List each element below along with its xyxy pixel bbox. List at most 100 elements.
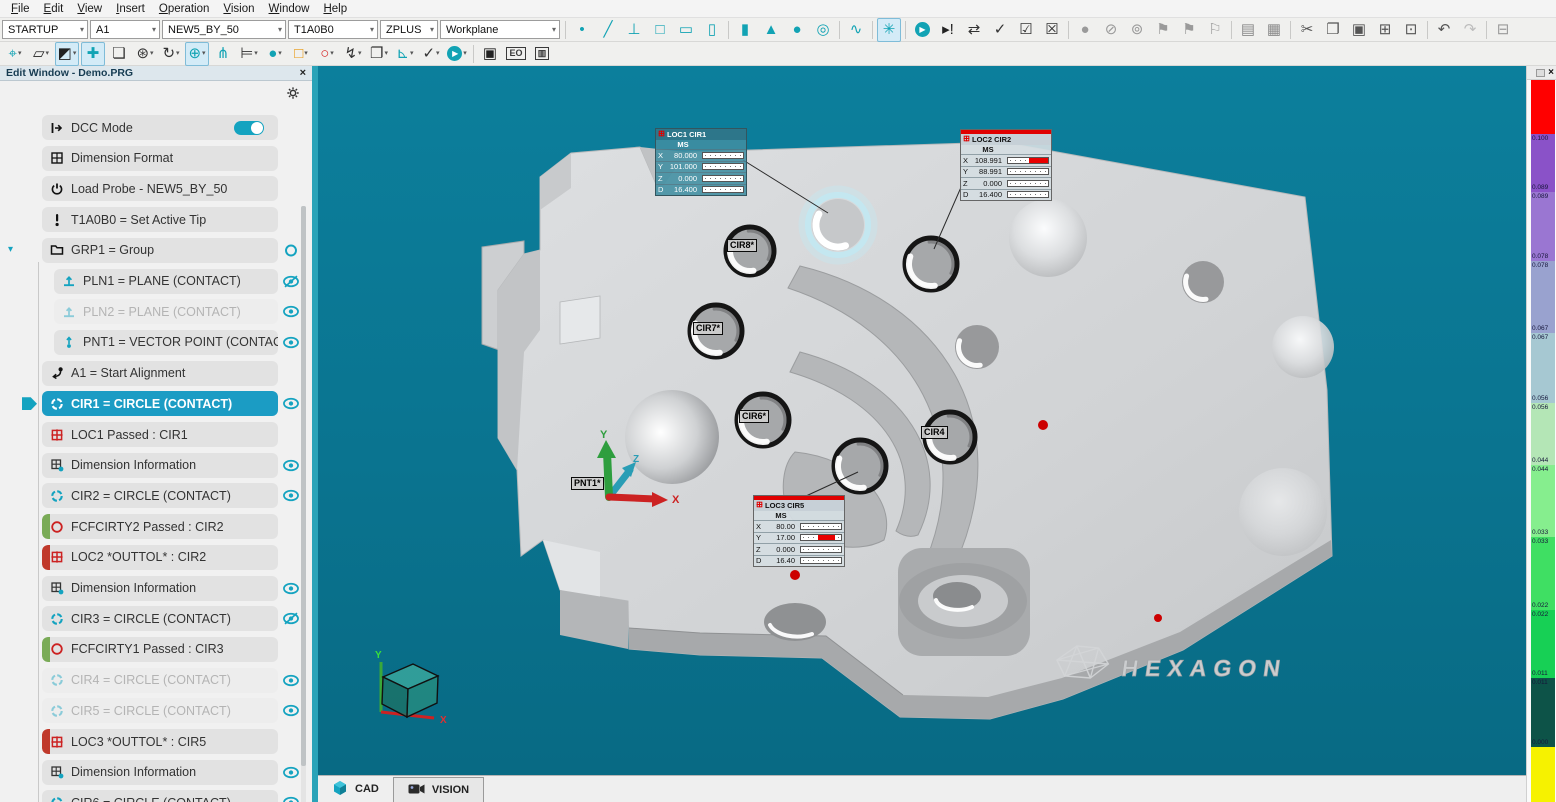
redo-icon[interactable]: ↷ bbox=[1458, 18, 1482, 42]
command-item-5[interactable]: GRP1 = Group bbox=[42, 238, 278, 263]
eye-icon[interactable] bbox=[282, 336, 300, 349]
hole-feature[interactable] bbox=[1182, 261, 1224, 303]
eye-icon[interactable] bbox=[282, 459, 300, 472]
undo-icon[interactable]: ↶ bbox=[1432, 18, 1456, 42]
scale-close-icon[interactable]: × bbox=[1548, 68, 1554, 78]
square-slot-feature-icon[interactable]: ▯ bbox=[700, 18, 724, 42]
optimize-path-icon[interactable]: ⊛▾ bbox=[133, 42, 157, 66]
command-item-2[interactable]: Dimension Format bbox=[42, 146, 278, 171]
dimension-label-loc3-cir5[interactable]: LOC3 CIR5MSX80.00Y17.00Z0.000D16.40 bbox=[753, 495, 845, 567]
path-lines-icon[interactable]: ⊾▾ bbox=[393, 42, 417, 66]
command-item-21[interactable]: LOC3 *OUTTOL* : CIR5 bbox=[42, 729, 278, 754]
dome-feature[interactable] bbox=[1272, 316, 1334, 378]
snapshot-camera-icon[interactable]: ▣ bbox=[478, 42, 502, 66]
menu-operation[interactable]: Operation bbox=[152, 3, 217, 15]
goto-position-icon[interactable]: ⊚ bbox=[1125, 18, 1149, 42]
plane-feature-icon[interactable]: ⊥ bbox=[622, 18, 646, 42]
report-list-icon[interactable]: ▤ bbox=[1236, 18, 1260, 42]
command-item-8[interactable]: PNT1 = VECTOR POINT (CONTACT) bbox=[54, 330, 278, 355]
execute-feature-icon[interactable]: ▸! bbox=[936, 18, 960, 42]
counterbore-feature[interactable] bbox=[898, 548, 1030, 656]
loop-icon[interactable]: ⇄ bbox=[962, 18, 986, 42]
chevron-down-icon[interactable]: ▾ bbox=[8, 244, 13, 255]
tip-combo[interactable]: T1A0B0▾ bbox=[288, 20, 378, 39]
bookmark-remove-icon[interactable]: ⚐ bbox=[1203, 18, 1227, 42]
workplane-axis-combo[interactable]: ZPLUS▾ bbox=[380, 20, 438, 39]
command-item-10[interactable]: CIR1 = CIRCLE (CONTACT) bbox=[42, 391, 278, 416]
cone-feature-icon[interactable]: ▲ bbox=[759, 18, 783, 42]
mark-document-icon[interactable]: ☑ bbox=[1014, 18, 1038, 42]
eye-slash-icon[interactable] bbox=[282, 612, 300, 625]
feature-tag-pnt1[interactable]: PNT1* bbox=[571, 477, 604, 490]
round-slot-feature-icon[interactable]: ▭ bbox=[674, 18, 698, 42]
sidebar-scrollbar[interactable] bbox=[301, 206, 306, 802]
quick-align-icon[interactable]: ↯▾ bbox=[341, 42, 365, 66]
bookmark-icon[interactable]: ⚑ bbox=[1151, 18, 1175, 42]
command-item-9[interactable]: A1 = Start Alignment bbox=[42, 361, 278, 386]
sphere-mode-icon[interactable]: ● bbox=[1073, 18, 1097, 42]
settings-gear-icon[interactable] bbox=[286, 86, 300, 100]
auto-feature-icon[interactable]: ✳ bbox=[877, 18, 901, 42]
pattern-icon[interactable]: ⊞ bbox=[1373, 18, 1397, 42]
level-view-icon[interactable]: ⊨▾ bbox=[237, 42, 261, 66]
translate-view-icon[interactable]: ⊕▾ bbox=[185, 42, 209, 66]
hole-feature[interactable] bbox=[955, 325, 999, 369]
copy-icon[interactable]: ❐ bbox=[1321, 18, 1345, 42]
sphere-view-icon[interactable]: ●▾ bbox=[263, 42, 287, 66]
alignment-combo[interactable]: STARTUP▾ bbox=[2, 20, 88, 39]
paste-icon[interactable]: ▣ bbox=[1347, 18, 1371, 42]
probe-mode-icon[interactable]: ⌖▾ bbox=[3, 42, 27, 66]
command-item-22[interactable]: Dimension Information bbox=[42, 760, 278, 785]
menu-file[interactable]: File bbox=[4, 3, 37, 15]
measured-hole-feature[interactable] bbox=[905, 238, 957, 290]
probe-combo[interactable]: NEW5_BY_50▾ bbox=[162, 20, 286, 39]
eo-window-icon[interactable]: EO bbox=[504, 42, 528, 66]
command-item-11[interactable]: LOC1 Passed : CIR1 bbox=[42, 422, 278, 447]
circle-feature-icon[interactable]: □ bbox=[648, 18, 672, 42]
close-icon[interactable]: × bbox=[300, 67, 306, 79]
eye-icon[interactable] bbox=[282, 489, 300, 502]
command-item-17[interactable]: CIR3 = CIRCLE (CONTACT) bbox=[42, 606, 278, 631]
workplane-combo[interactable]: Workplane▾ bbox=[440, 20, 560, 39]
command-item-19[interactable]: CIR4 = CIRCLE (CONTACT) bbox=[42, 668, 278, 693]
cone-feature[interactable] bbox=[625, 390, 719, 484]
report-window-icon[interactable]: ▦ bbox=[1262, 18, 1286, 42]
tab-cad[interactable]: CAD bbox=[318, 776, 393, 802]
gage-circle-icon[interactable]: ○▾ bbox=[315, 42, 339, 66]
orientation-cube[interactable]: Y X bbox=[375, 650, 447, 726]
dome-feature[interactable] bbox=[1009, 199, 1087, 277]
curve-feature-icon[interactable]: ∿ bbox=[844, 18, 868, 42]
menu-vision[interactable]: Vision bbox=[216, 3, 261, 15]
menu-window[interactable]: Window bbox=[262, 3, 317, 15]
command-item-14[interactable]: FCFCIRTY2 Passed : CIR2 bbox=[42, 514, 278, 539]
view-setup-icon[interactable]: ▱▾ bbox=[29, 42, 53, 66]
point-feature-icon[interactable]: • bbox=[570, 18, 594, 42]
mark-check-icon[interactable]: ✓▾ bbox=[419, 42, 443, 66]
cylinder-feature-icon[interactable]: ▮ bbox=[733, 18, 757, 42]
menu-edit[interactable]: Edit bbox=[37, 3, 71, 15]
mark-done-icon[interactable]: ✓ bbox=[988, 18, 1012, 42]
sphere-feature-icon[interactable]: ● bbox=[785, 18, 809, 42]
command-item-3[interactable]: Load Probe - NEW5_BY_50 bbox=[42, 176, 278, 201]
measured-hole-feature[interactable] bbox=[834, 440, 886, 492]
cad-elements-icon[interactable]: ◩▾ bbox=[55, 42, 79, 66]
command-item-15[interactable]: LOC2 *OUTTOL* : CIR2 bbox=[42, 545, 278, 570]
command-item-13[interactable]: CIR2 = CIRCLE (CONTACT) bbox=[42, 483, 278, 508]
tab-vision[interactable]: VISION bbox=[393, 777, 484, 802]
eye-slash-icon[interactable] bbox=[282, 275, 300, 288]
dcc-mode-toggle[interactable] bbox=[234, 121, 264, 135]
menu-help[interactable]: Help bbox=[316, 3, 354, 15]
menu-view[interactable]: View bbox=[70, 3, 109, 15]
bookmark-add-icon[interactable]: ⚑ bbox=[1177, 18, 1201, 42]
eye-icon[interactable] bbox=[282, 397, 300, 410]
command-item-12[interactable]: Dimension Information bbox=[42, 453, 278, 478]
execute-program-icon[interactable]: ▶ bbox=[910, 18, 934, 42]
highlighted-hole-feature[interactable] bbox=[802, 189, 874, 261]
command-item-6[interactable]: PLN1 = PLANE (CONTACT) bbox=[54, 269, 278, 294]
command-item-1[interactable]: DCC Mode bbox=[42, 115, 278, 140]
feature-tag-cir4[interactable]: CIR4 bbox=[921, 426, 948, 439]
eye-icon[interactable] bbox=[282, 704, 300, 717]
command-item-4[interactable]: T1A0B0 = Set Active Tip bbox=[42, 207, 278, 232]
dimension-label-loc1-cir1[interactable]: LOC1 CIR1MSX80.000Y101.000Z0.000D16.400 bbox=[655, 128, 747, 196]
eye-icon[interactable] bbox=[282, 766, 300, 779]
